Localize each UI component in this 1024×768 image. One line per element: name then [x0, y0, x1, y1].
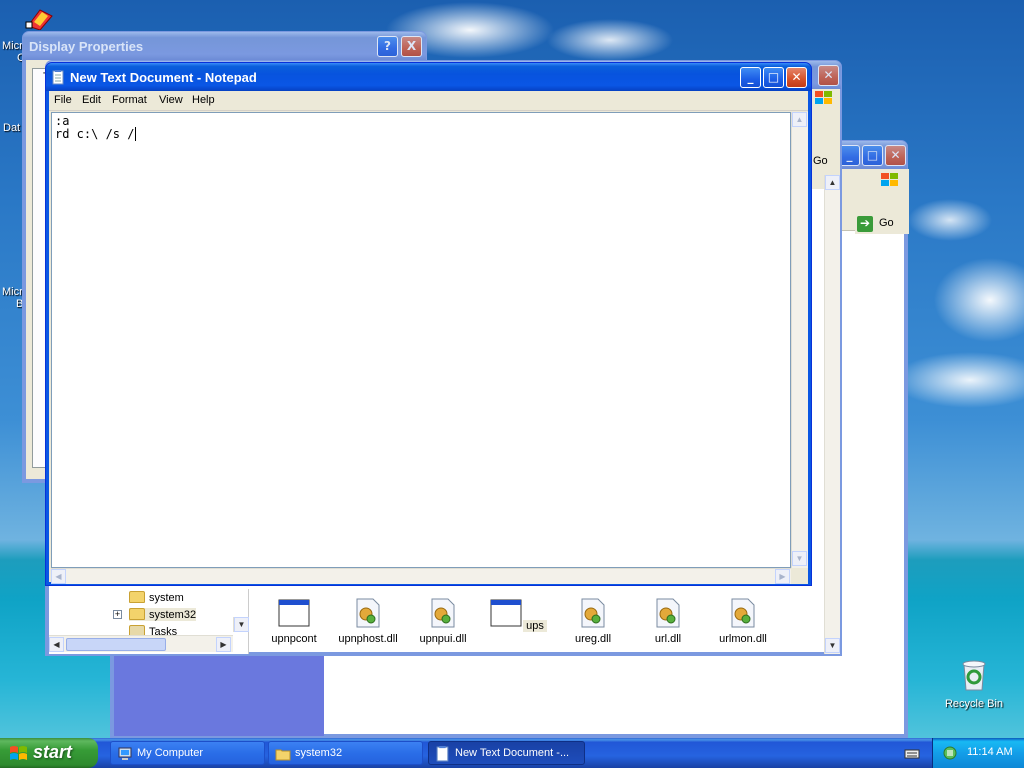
my-computer-icon: [118, 747, 132, 760]
file-item[interactable]: url.dll: [631, 597, 705, 645]
folder-icon: [129, 591, 145, 603]
file-name: url.dll: [654, 633, 682, 645]
go-arrow-icon: ➔: [857, 216, 873, 232]
file-name: upnpcont: [271, 633, 317, 645]
close-button[interactable]: X: [401, 36, 422, 57]
folder-tree-pane: system + system32 Tasks ▼ ◀ ▶: [49, 589, 249, 654]
tree-vscroll[interactable]: ▼: [233, 617, 249, 632]
start-label: start: [33, 742, 73, 762]
scroll-down-button[interactable]: ▼: [234, 617, 249, 632]
desktop-icon-label-partial-3[interactable]: Dat: [3, 122, 20, 134]
dll-gear-icon: [581, 598, 605, 628]
scroll-left-button[interactable]: ◀: [49, 637, 64, 652]
desktop-app-icon[interactable]: [24, 8, 54, 31]
dll-gear-icon: [356, 598, 380, 628]
taskbar-item-label: New Text Document -...: [455, 747, 570, 759]
display-properties-titlebar[interactable]: Display Properties ? X: [23, 32, 426, 60]
shortcut-app-icon: [25, 9, 53, 31]
notepad-menubar: File Edit Format View Help: [49, 91, 808, 111]
scroll-left-button[interactable]: ◀: [51, 569, 66, 584]
scroll-up-button[interactable]: ▲: [825, 175, 840, 190]
taskbar-item-label: system32: [295, 747, 343, 759]
menu-edit[interactable]: Edit: [82, 94, 101, 106]
file-name: upnphost.dll: [338, 633, 398, 645]
file-item[interactable]: ureg.dll: [556, 597, 630, 645]
scroll-right-button[interactable]: ▶: [775, 569, 790, 584]
taskbar-item-notepad[interactable]: New Text Document -...: [428, 741, 585, 765]
clock[interactable]: 11:14 AM: [967, 746, 1013, 758]
dll-gear-icon: [731, 598, 755, 628]
close-button[interactable]: ✕: [818, 65, 839, 86]
notepad-text-area[interactable]: :a rd c:\ /s /​: [51, 112, 791, 568]
recycle-bin-icon: [962, 660, 986, 691]
desktop-icon-recycle-bin[interactable]: Recycle Bin: [934, 658, 1014, 710]
close-button[interactable]: ✕: [786, 67, 807, 88]
windows-logo-icon: [815, 91, 832, 104]
keyboard-icon: [904, 749, 920, 759]
menu-help[interactable]: Help: [192, 94, 215, 106]
dll-gear-icon: [656, 598, 680, 628]
scroll-down-button[interactable]: ▼: [825, 638, 840, 653]
expand-toggle[interactable]: +: [113, 610, 122, 619]
notepad-icon: [436, 746, 449, 762]
notepad-body: File Edit Format View Help :a rd c:\ /s …: [49, 91, 808, 584]
taskbar: start My Computer system32 New Text Docu…: [0, 738, 1024, 768]
file-item[interactable]: upnpui.dll: [406, 597, 480, 645]
file-item[interactable]: upnphost.dll: [331, 597, 405, 645]
windows-flag-icon: [10, 746, 27, 760]
recycle-bin-label: Recycle Bin: [944, 698, 1004, 710]
file-item[interactable]: urlmon.dll: [706, 597, 780, 645]
tree-item-system[interactable]: system: [129, 591, 184, 604]
app-window-icon: [490, 599, 522, 627]
app-window-icon: [278, 599, 310, 627]
text-caret: ​: [135, 127, 137, 141]
menu-file[interactable]: File: [54, 94, 72, 106]
go-label[interactable]: Go: [813, 155, 828, 167]
maximize-button[interactable]: □: [763, 67, 784, 88]
keyboard-language-icon[interactable]: [904, 746, 920, 760]
taskbar-item-system32[interactable]: system32: [268, 741, 423, 765]
taskbar-item-label: My Computer: [137, 747, 204, 759]
file-name: urlmon.dll: [719, 633, 767, 645]
tree-item-system32[interactable]: system32: [129, 608, 197, 621]
notepad-horizontal-scrollbar[interactable]: ◀ ▶: [51, 568, 791, 584]
tree-hscroll[interactable]: ◀ ▶: [49, 635, 233, 652]
display-properties-title: Display Properties: [29, 39, 144, 54]
notepad-window[interactable]: New Text Document - Notepad _ □ ✕ File E…: [45, 62, 812, 586]
file-item[interactable]: ups: [481, 597, 555, 632]
notepad-vertical-scrollbar[interactable]: ▲ ▼: [791, 112, 808, 568]
folder-icon: [275, 749, 291, 761]
minimize-button[interactable]: _: [839, 145, 860, 166]
size-grip[interactable]: [791, 568, 808, 584]
scroll-up-button[interactable]: ▲: [792, 112, 807, 127]
notepad-titlebar[interactable]: New Text Document - Notepad _ □ ✕: [46, 63, 811, 91]
scroll-thumb[interactable]: [66, 638, 166, 651]
maximize-button[interactable]: □: [862, 145, 883, 166]
desktop-icon-label-partial-1[interactable]: Micr: [2, 40, 23, 52]
network-tray-icon[interactable]: [942, 745, 958, 761]
notepad-icon: [52, 70, 64, 85]
file-name: ureg.dll: [574, 633, 612, 645]
taskbar-item-my-computer[interactable]: My Computer: [110, 741, 265, 765]
file-name: ups: [523, 620, 547, 632]
close-button[interactable]: ✕: [885, 145, 906, 166]
go-button[interactable]: ➔ Go: [855, 214, 909, 234]
folder-icon: [129, 608, 145, 620]
menu-format[interactable]: Format: [112, 94, 147, 106]
start-button[interactable]: start: [0, 738, 98, 768]
scroll-down-button[interactable]: ▼: [792, 551, 807, 566]
file-item[interactable]: upnpcont: [257, 597, 331, 645]
system-tray: 11:14 AM: [932, 738, 1024, 768]
menu-view[interactable]: View: [159, 94, 183, 106]
desktop-icon-label-partial-4[interactable]: Micr: [2, 286, 23, 298]
help-button[interactable]: ?: [377, 36, 398, 57]
minimize-button[interactable]: _: [740, 67, 761, 88]
notepad-title: New Text Document - Notepad: [70, 70, 257, 85]
windows-logo-icon: [881, 173, 898, 186]
file-name: upnpui.dll: [419, 633, 467, 645]
explorer-vertical-scrollbar[interactable]: ▲ ▼: [824, 175, 840, 654]
scroll-right-button[interactable]: ▶: [216, 637, 231, 652]
go-label: Go: [879, 217, 894, 229]
dll-gear-icon: [431, 598, 455, 628]
